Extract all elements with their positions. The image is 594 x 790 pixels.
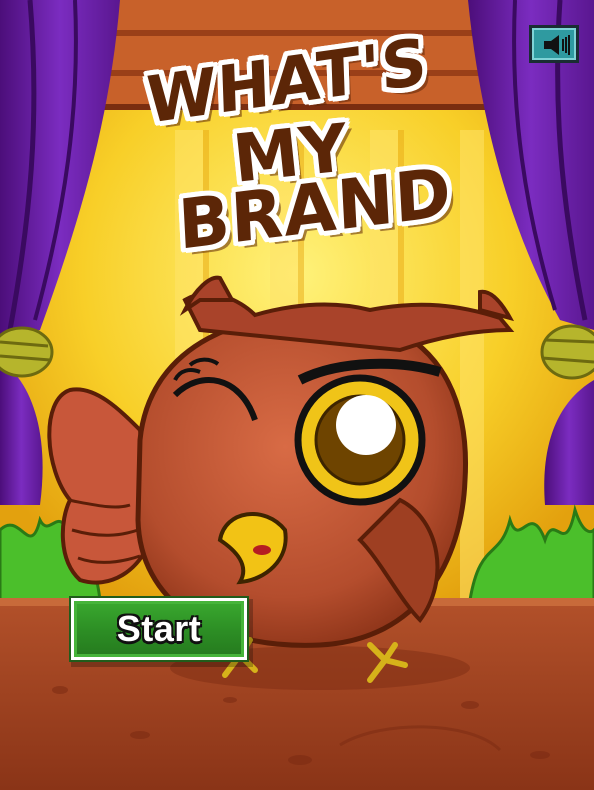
sound-toggle-button[interactable] [529,25,579,63]
speaker-icon [544,35,570,55]
game-stage: WHAT'S MY BRAND Start [0,0,594,790]
curtain-tie-right [540,324,594,380]
start-button[interactable]: Start [71,598,247,660]
start-button-label: Start [116,608,202,649]
curtain-tie-left [0,326,54,378]
